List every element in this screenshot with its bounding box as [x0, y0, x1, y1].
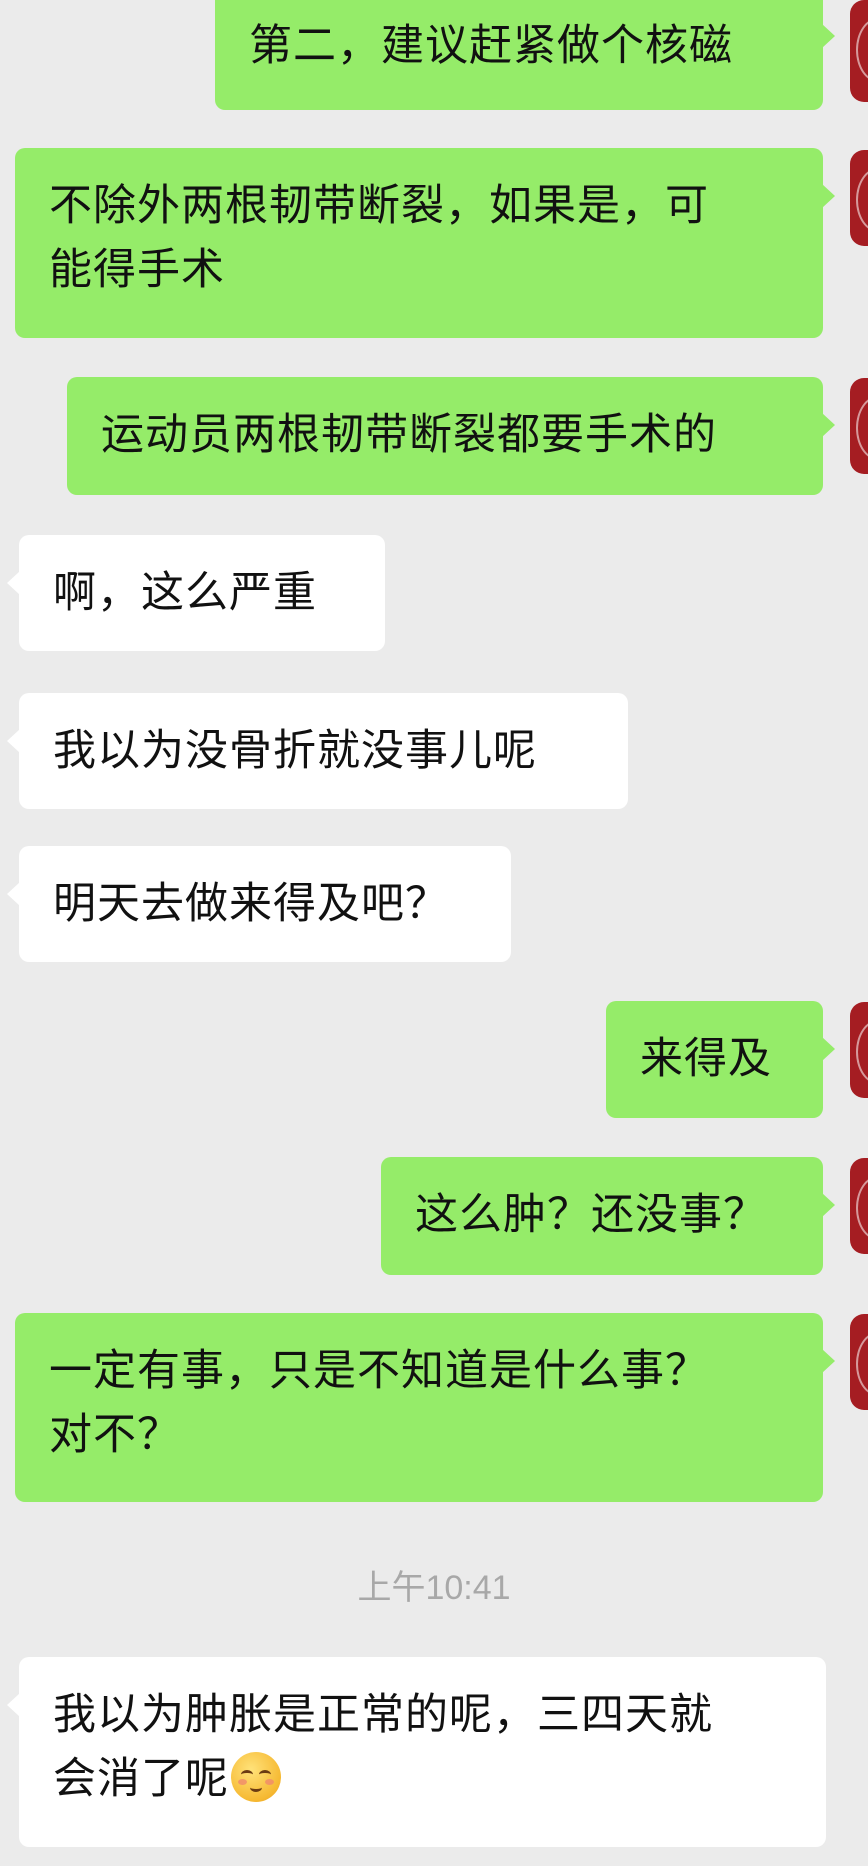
message-text-line: 不除外两根韧带断裂，如果是，可	[49, 181, 709, 231]
incoming-message-bubble[interactable]: 我以为肿胀是正常的呢，三四天就 会消了呢	[7, 1657, 826, 1847]
message-text-line: 能得手术	[49, 245, 225, 295]
outgoing-message-bubble[interactable]: 不除外两根韧带断裂，如果是，可 能得手术	[15, 148, 835, 338]
outgoing-message-bubble[interactable]: 来得及	[606, 1001, 835, 1118]
message-text: 第二，建议赶紧做个核磁	[249, 21, 733, 71]
sender-avatar[interactable]	[850, 378, 868, 474]
incoming-message-bubble[interactable]: 明天去做来得及吧？	[7, 846, 511, 962]
outgoing-message-bubble[interactable]: 运动员两根韧带断裂都要手术的	[67, 377, 835, 495]
outgoing-message-bubble[interactable]: 这么肿？还没事？	[381, 1157, 835, 1275]
message-text-line: 会消了呢	[53, 1747, 792, 1811]
message-text-line: 一定有事，只是不知道是什么事？	[49, 1346, 709, 1396]
message-text: 我以为没骨折就没事儿呢	[53, 726, 537, 776]
sender-avatar[interactable]	[850, 1002, 868, 1098]
message-text: 运动员两根韧带断裂都要手术的	[101, 410, 717, 460]
message-text: 啊，这么严重	[53, 568, 317, 618]
message-text-line: 我以为肿胀是正常的呢，三四天就	[53, 1690, 713, 1740]
outgoing-message-bubble[interactable]: 第二，建议赶紧做个核磁	[215, 0, 835, 110]
chat-area[interactable]: 第二，建议赶紧做个核磁 不除外两根韧带断裂，如果是，可 能得手术 运动员两根韧带…	[0, 0, 868, 1866]
message-text: 明天去做来得及吧？	[53, 879, 449, 929]
message-text: 来得及	[640, 1034, 772, 1084]
relieved-face-emoji-icon	[231, 1752, 281, 1802]
sender-avatar[interactable]	[850, 1158, 868, 1254]
outgoing-message-bubble[interactable]: 一定有事，只是不知道是什么事？ 对不？	[15, 1313, 835, 1502]
message-text: 会消了呢	[53, 1754, 229, 1804]
sender-avatar[interactable]	[850, 150, 868, 246]
message-timestamp: 上午10:41	[357, 1569, 511, 1607]
message-text: 这么肿？还没事？	[415, 1190, 767, 1240]
sender-avatar[interactable]	[850, 0, 868, 102]
message-text-line: 对不？	[49, 1410, 181, 1460]
incoming-message-bubble[interactable]: 我以为没骨折就没事儿呢	[7, 693, 628, 809]
sender-avatar[interactable]	[850, 1314, 868, 1410]
incoming-message-bubble[interactable]: 啊，这么严重	[7, 535, 385, 651]
